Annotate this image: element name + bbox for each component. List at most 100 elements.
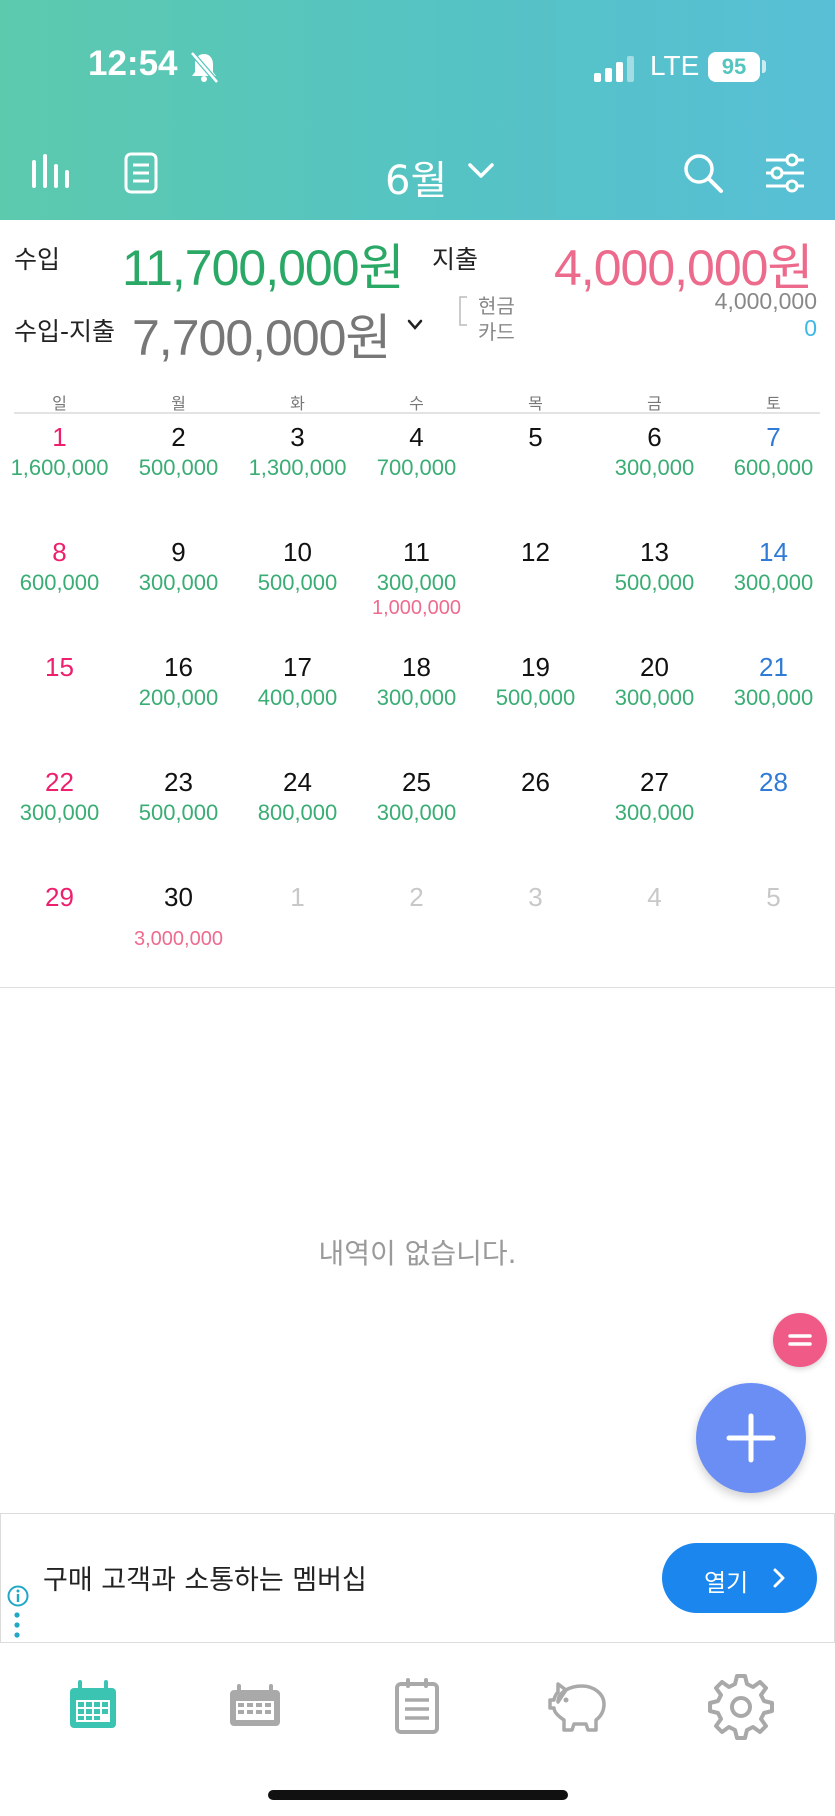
chevron-down-icon[interactable]	[466, 160, 496, 182]
list-icon[interactable]	[118, 150, 164, 196]
more-vertical-icon[interactable]	[14, 1612, 20, 1638]
calendar-day[interactable]: 19 500,000	[476, 650, 595, 712]
calendar-day[interactable]: 26	[476, 765, 595, 827]
calendar-day[interactable]: 18 300,000	[357, 650, 476, 712]
calendar-day[interactable]: 30 3,000,000	[119, 880, 238, 950]
calendar-day[interactable]: 29	[0, 880, 119, 942]
day-number: 5	[528, 422, 543, 452]
day-income: 500,000	[495, 685, 576, 710]
ad-text: 구매 고객과 소통하는 멤버십	[43, 1565, 367, 1596]
network-label: LTE	[650, 50, 700, 81]
day-income: 300,000	[614, 455, 695, 480]
day-number: 14	[759, 537, 788, 567]
calendar-day[interactable]: 24 800,000	[238, 765, 357, 827]
calendar-day[interactable]: 10 500,000	[238, 535, 357, 597]
calendar-day[interactable]: 4	[595, 880, 714, 914]
ad-open-label: 열기	[704, 1570, 749, 1597]
calendar-day[interactable]: 6 300,000	[595, 420, 714, 482]
notepad-icon[interactable]	[382, 1672, 452, 1742]
day-number: 15	[45, 652, 74, 682]
day-number: 4	[409, 422, 424, 452]
calendar-outline-icon[interactable]	[220, 1672, 290, 1742]
calendar-day[interactable]: 5	[476, 420, 595, 482]
day-income	[476, 454, 595, 482]
income-amount: 11,700,000원	[122, 240, 405, 296]
search-icon[interactable]	[680, 150, 726, 196]
home-indicator	[268, 1790, 568, 1800]
calendar-day[interactable]: 25 300,000	[357, 765, 476, 827]
day-number: 24	[283, 767, 312, 797]
calendar-day[interactable]: 16 200,000	[119, 650, 238, 712]
day-number: 30	[164, 882, 193, 912]
day-income: 300,000	[376, 800, 457, 825]
day-number: 12	[521, 537, 550, 567]
info-icon[interactable]	[7, 1585, 29, 1607]
month-title[interactable]: 6월	[385, 148, 447, 206]
calendar-day[interactable]: 22 300,000	[0, 765, 119, 827]
calendar-day[interactable]: 28	[714, 765, 833, 827]
day-income: 300,000	[19, 800, 100, 825]
calendar-day[interactable]: 7 600,000	[714, 420, 833, 482]
day-number: 29	[45, 882, 74, 912]
menu-fab-button[interactable]	[773, 1313, 827, 1367]
calendar-day[interactable]: 4 700,000	[357, 420, 476, 482]
calendar-day[interactable]: 17 400,000	[238, 650, 357, 712]
ad-banner[interactable]: 구매 고객과 소통하는 멤버십 열기	[0, 1513, 835, 1643]
day-number: 7	[766, 422, 781, 452]
bell-off-icon	[190, 51, 219, 84]
piggy-bank-icon[interactable]	[544, 1672, 614, 1742]
ad-open-button[interactable]: 열기	[662, 1543, 817, 1613]
day-number: 28	[759, 767, 788, 797]
day-income	[119, 914, 238, 928]
day-number: 8	[52, 537, 67, 567]
weekday-fri: 금	[647, 394, 662, 413]
calendar-day[interactable]: 15	[0, 650, 119, 712]
calendar-day[interactable]: 2	[357, 880, 476, 914]
bottom-tab-bar	[0, 1642, 835, 1762]
add-entry-button[interactable]	[696, 1383, 806, 1493]
calendar-day[interactable]: 2 500,000	[119, 420, 238, 482]
weekday-sat: 토	[766, 394, 781, 413]
day-income: 500,000	[257, 570, 338, 595]
calendar-tab-icon[interactable]	[58, 1672, 128, 1742]
day-number: 18	[402, 652, 431, 682]
signal-icon	[594, 56, 634, 82]
day-income: 300,000	[138, 570, 219, 595]
day-number: 1	[52, 422, 67, 452]
calendar-day[interactable]: 20 300,000	[595, 650, 714, 712]
calendar-day[interactable]: 8 600,000	[0, 535, 119, 597]
filter-icon[interactable]	[762, 150, 808, 196]
day-income: 300,000	[733, 570, 814, 595]
income-label: 수입	[14, 245, 61, 274]
calendar-day[interactable]: 14 300,000	[714, 535, 833, 597]
calendar-day[interactable]: 3	[476, 880, 595, 914]
settings-icon[interactable]	[706, 1672, 776, 1742]
day-income: 800,000	[257, 800, 338, 825]
net-chevron-down-icon[interactable]	[406, 318, 424, 332]
day-income	[476, 799, 595, 827]
day-number: 9	[171, 537, 186, 567]
calendar-day[interactable]: 13 500,000	[595, 535, 714, 597]
calendar-day[interactable]: 12	[476, 535, 595, 597]
calendar-day[interactable]: 3 1,300,000	[238, 420, 357, 482]
day-expense: 1,000,000	[372, 597, 461, 619]
calendar-day[interactable]: 5	[714, 880, 833, 914]
day-number: 3	[290, 422, 305, 452]
calendar-day[interactable]: 27 300,000	[595, 765, 714, 827]
card-label: 카드	[478, 320, 515, 344]
status-time: 12:54	[88, 44, 178, 83]
calendar-bottom-divider	[0, 987, 835, 988]
calendar-day[interactable]: 1 1,600,000	[0, 420, 119, 482]
day-income	[476, 569, 595, 597]
day-number: 2	[171, 422, 186, 452]
calendar-day[interactable]: 1	[238, 880, 357, 914]
day-number: 2	[409, 882, 424, 912]
day-income	[0, 684, 119, 712]
calendar-day[interactable]: 11 300,000 1,000,000	[357, 535, 476, 619]
calendar-day[interactable]: 21 300,000	[714, 650, 833, 712]
day-income: 300,000	[376, 570, 457, 595]
calendar-day[interactable]: 9 300,000	[119, 535, 238, 597]
day-income: 400,000	[257, 685, 338, 710]
stats-icon[interactable]	[28, 150, 74, 196]
calendar-day[interactable]: 23 500,000	[119, 765, 238, 827]
